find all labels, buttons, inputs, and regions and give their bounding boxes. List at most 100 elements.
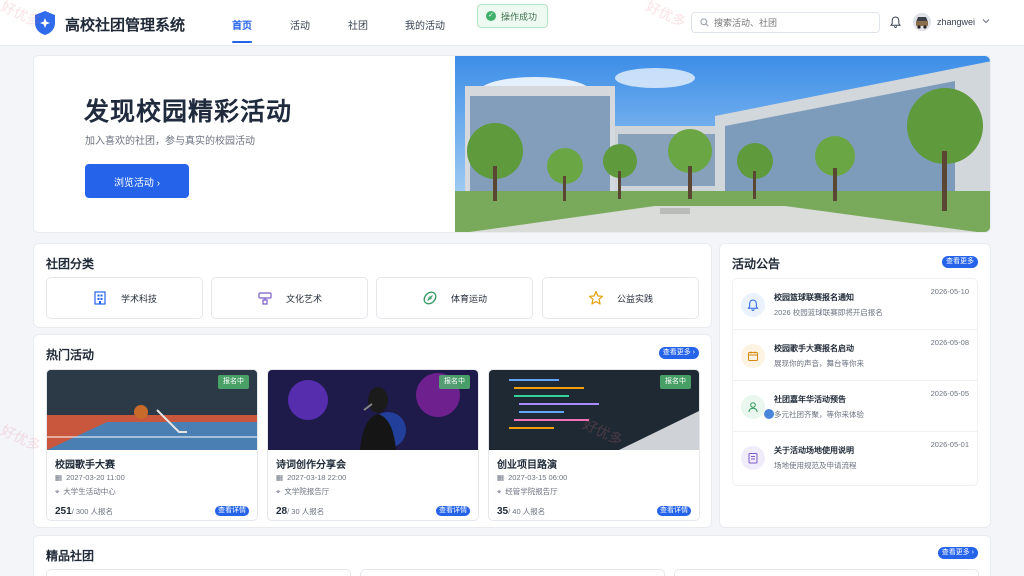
notice-title: 校园篮球联赛报名通知 xyxy=(774,293,854,302)
check-circle-icon: ✓ xyxy=(486,11,496,21)
location-pin-icon: ⌖ xyxy=(55,486,60,496)
notice-description: 展现你的声音，舞台等你来 xyxy=(774,359,864,368)
signup-total: / 300 人报名 xyxy=(71,507,113,516)
activity-place-text: 文学院报告厅 xyxy=(284,487,330,496)
activity-title: 校园歌手大赛 xyxy=(55,460,115,471)
activity-card[interactable]: 报名中 诗词创作分享会 ▦ 2027-03-18 22:00 ⌖ 文学院报告厅 28… xyxy=(267,369,479,521)
category-sports[interactable]: 体育运动 xyxy=(376,277,533,319)
view-more-button[interactable]: 查看更多 › xyxy=(937,547,978,559)
activity-title: 诗词创作分享会 xyxy=(276,460,346,471)
activity-place-text: 经管学院报告厅 xyxy=(505,487,558,496)
notice-date: 2026-05-08 xyxy=(930,338,969,347)
calendar-icon: ▦ xyxy=(276,473,284,482)
categories-title: 社团分类 xyxy=(46,257,95,271)
featured-clubs-title: 精品社团 xyxy=(46,549,95,563)
notice-item[interactable]: 社团嘉年华活动预告 多元社团齐聚，等你来体验 2026-05-05 xyxy=(733,381,977,432)
document-icon xyxy=(741,446,765,470)
username[interactable]: zhangwei xyxy=(937,17,975,27)
category-arts[interactable]: 文化艺术 xyxy=(211,277,368,319)
notice-date: 2026-05-01 xyxy=(930,440,969,449)
categories-panel: 社团分类 学术科技 文化艺术 体育运动 公益实践 xyxy=(33,243,712,328)
search-box[interactable] xyxy=(691,12,880,33)
notice-title: 校园歌手大赛报名启动 xyxy=(774,344,854,353)
hot-activities-panel: 热门活动 查看更多 › 报名中 校园歌手大赛 ▦ 2027-03-20 11:00… xyxy=(33,334,712,528)
notices-panel: 活动公告 查看更多 校园篮球联赛报名通知 2026 校园篮球联赛即将开启报名 2… xyxy=(719,243,991,528)
activity-location: ⌖ 文学院报告厅 xyxy=(276,486,329,497)
chevron-down-icon[interactable] xyxy=(982,17,990,25)
bell-icon xyxy=(741,293,765,317)
view-details-button[interactable]: 查看详情 xyxy=(215,506,249,516)
view-details-button[interactable]: 查看详情 xyxy=(436,506,470,516)
activity-location: ⌖ 经管学院报告厅 xyxy=(497,486,558,497)
location-pin-icon: ⌖ xyxy=(276,486,281,496)
notice-description: 2026 校园篮球联赛即将开启报名 xyxy=(774,308,883,317)
featured-clubs-panel: 精品社团 查看更多 › xyxy=(33,535,991,576)
signup-current: 28 xyxy=(276,506,288,517)
club-card[interactable] xyxy=(674,569,979,576)
club-card[interactable] xyxy=(46,569,351,576)
view-details-button[interactable]: 查看详情 xyxy=(657,506,691,516)
notice-title: 关于活动场地使用说明 xyxy=(774,446,854,455)
category-academic[interactable]: 学术科技 xyxy=(46,277,203,319)
club-card[interactable] xyxy=(360,569,665,576)
nav-my-activities[interactable]: 我的活动 xyxy=(405,17,445,32)
notice-item[interactable]: 校园篮球联赛报名通知 2026 校园篮球联赛即将开启报名 2026-05-10 xyxy=(733,279,977,330)
notice-item[interactable]: 关于活动场地使用说明 场地使用规范及申请流程 2026-05-01 xyxy=(733,432,977,483)
browse-activities-button[interactable]: 浏览活动 › xyxy=(85,164,189,198)
notification-bell-icon[interactable] xyxy=(890,16,901,28)
star-icon xyxy=(588,290,604,305)
nav-home[interactable]: 首页 xyxy=(232,17,252,32)
success-toast: ✓ 操作成功 xyxy=(477,4,548,28)
notice-description: 多元社团齐聚，等你来体验 xyxy=(774,410,864,419)
activity-title: 创业项目路演 xyxy=(497,460,557,471)
activity-time: ▦ 2027-03-20 11:00 xyxy=(55,473,125,482)
hero-title: 发现校园精彩活动 xyxy=(84,98,293,126)
activity-card[interactable]: 报名中 校园歌手大赛 ▦ 2027-03-20 11:00 ⌖ 大学生活动中心 25… xyxy=(46,369,258,521)
category-label: 体育运动 xyxy=(450,293,487,304)
palette-icon xyxy=(258,292,272,305)
category-label: 学术科技 xyxy=(120,293,157,304)
activity-time: ▦ 2027-03-18 22:00 xyxy=(276,473,346,482)
nav-clubs[interactable]: 社团 xyxy=(348,17,368,32)
notices-title: 活动公告 xyxy=(732,257,781,271)
search-icon xyxy=(700,18,709,27)
signup-current: 251 xyxy=(55,506,72,517)
activity-time-text: 2027-03-15 06:00 xyxy=(508,473,568,482)
avatar-icon xyxy=(913,13,931,31)
activity-card[interactable]: 报名中 创业项目路演 ▦ 2027-03-15 06:00 ⌖ 经管学院报告厅 35… xyxy=(488,369,700,521)
notice-date: 2026-05-10 xyxy=(930,287,969,296)
cursor-dot xyxy=(764,409,774,419)
calendar-icon: ▦ xyxy=(55,473,63,482)
campus-photo xyxy=(455,56,990,232)
notice-list: 校园篮球联赛报名通知 2026 校园篮球联赛即将开启报名 2026-05-10 … xyxy=(732,278,978,486)
view-more-button[interactable]: 查看更多 xyxy=(942,256,978,268)
activity-place-text: 大学生活动中心 xyxy=(63,487,116,496)
category-label: 公益实践 xyxy=(616,293,653,304)
shield-logo-icon xyxy=(35,11,55,35)
signup-count: 28/ 30 人报名 xyxy=(276,506,324,517)
view-more-button[interactable]: 查看更多 › xyxy=(658,347,699,359)
football-icon xyxy=(423,291,437,305)
hot-activities-title: 热门活动 xyxy=(46,348,95,362)
status-badge: 报名中 xyxy=(218,375,249,389)
hero-banner: 发现校园精彩活动 加入喜欢的社团，参与真实的校园活动 浏览活动 › xyxy=(33,55,991,233)
signup-total: / 40 人报名 xyxy=(508,507,546,516)
user-avatar[interactable] xyxy=(913,13,931,31)
building-icon xyxy=(94,291,106,305)
category-label: 文化艺术 xyxy=(285,293,322,304)
signup-total: / 30 人报名 xyxy=(287,507,325,516)
toast-text: 操作成功 xyxy=(501,11,538,22)
category-volunteer[interactable]: 公益实践 xyxy=(542,277,699,319)
app-title: 高校社团管理系统 xyxy=(65,17,186,34)
signup-current: 35 xyxy=(497,506,509,517)
notice-description: 场地使用规范及申请流程 xyxy=(774,461,857,470)
user-icon xyxy=(741,395,765,419)
signup-count: 251/ 300 人报名 xyxy=(55,506,113,517)
notice-item[interactable]: 校园歌手大赛报名启动 展现你的声音，舞台等你来 2026-05-08 xyxy=(733,330,977,381)
activity-time-text: 2027-03-20 11:00 xyxy=(66,473,125,482)
nav-activities[interactable]: 活动 xyxy=(290,17,310,32)
search-input[interactable] xyxy=(714,17,874,28)
status-badge: 报名中 xyxy=(660,375,691,389)
notice-title: 社团嘉年华活动预告 xyxy=(774,395,846,404)
notice-date: 2026-05-05 xyxy=(930,389,969,398)
